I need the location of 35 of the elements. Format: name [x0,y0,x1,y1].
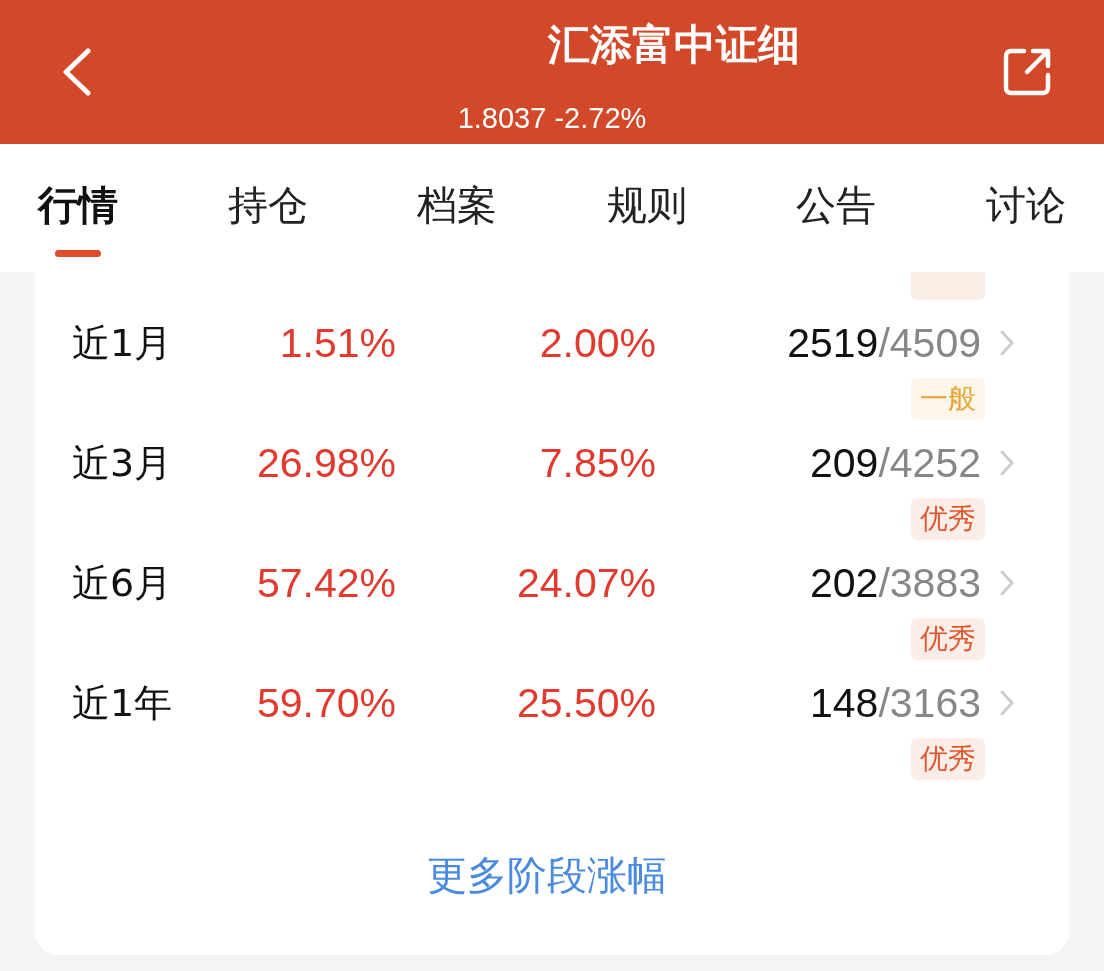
return-value: 1.51% [279,319,396,367]
tab[interactable]: 行情 [38,144,118,257]
return-value: 26.98% [256,439,396,487]
rank-text: 148/3163 [809,679,981,727]
tab[interactable]: 规则 [606,144,687,229]
chevron-right-icon[interactable] [1000,690,1014,716]
period-label: 近3月 [72,440,173,487]
chevron-right-icon[interactable] [1000,450,1014,476]
period-label: 近1年 [72,680,173,727]
period-label: 近6月 [72,560,173,607]
rank-text: 209/4252 [809,439,981,487]
rank-text: 2519/4509 [787,319,981,367]
page-title: 汇添富中证细 [548,20,800,70]
return-value: 25.50% [516,679,656,727]
chevron-right-icon[interactable] [1000,570,1014,596]
price-change-text: 1.8037 -2.72% [457,101,647,135]
tab[interactable]: 持仓 [227,144,308,229]
tab[interactable]: 公告 [796,144,877,229]
return-value: 24.07% [516,559,656,607]
return-value: 59.70% [256,679,396,727]
rating-tag: 优秀 [911,618,985,660]
rating-tag: 优秀 [911,738,985,780]
rating-tag: 优秀 [911,498,985,540]
return-value: 2.00% [539,319,656,367]
rating-tag: 一般 [911,378,985,420]
tab[interactable]: 档案 [417,144,498,229]
return-value: 57.42% [256,559,396,607]
rank-text: 202/3883 [809,559,981,607]
period-label: 近1月 [72,320,173,367]
share-icon[interactable] [1003,48,1051,96]
active-tab-indicator [55,250,101,257]
return-value: 7.85% [539,439,656,487]
chevron-right-icon[interactable] [1000,330,1014,356]
tab[interactable]: 讨论 [985,144,1066,229]
back-icon[interactable] [62,48,92,96]
